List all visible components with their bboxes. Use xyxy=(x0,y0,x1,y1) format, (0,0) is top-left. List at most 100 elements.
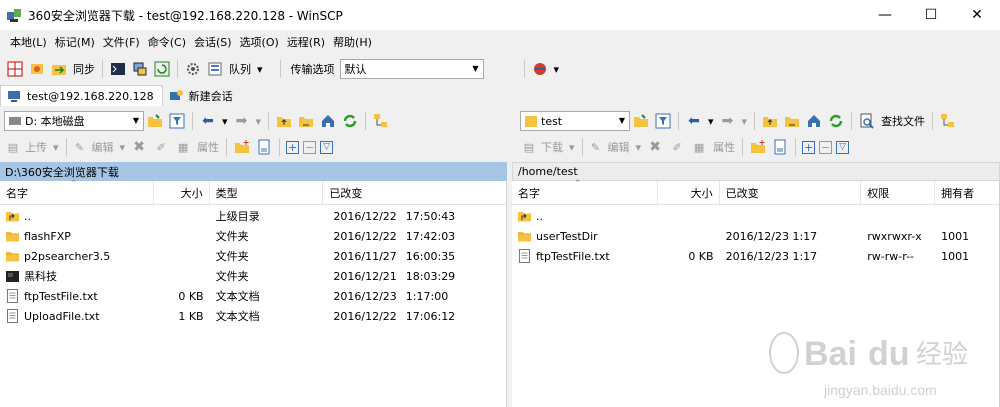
new-folder-icon[interactable] xyxy=(749,138,767,156)
refresh-icon[interactable] xyxy=(341,112,359,130)
refresh-remote-icon[interactable] xyxy=(153,60,171,78)
chevron-down-icon[interactable]: ▾ xyxy=(742,115,748,128)
col-type[interactable]: 类型 xyxy=(210,181,324,205)
chevron-down-icon[interactable]: ▾ xyxy=(708,115,714,128)
home-icon[interactable] xyxy=(319,112,337,130)
preferences-gear-icon[interactable] xyxy=(184,60,202,78)
table-row[interactable]: .. xyxy=(512,206,999,226)
tab-session-current[interactable]: test@192.168.220.128 xyxy=(0,85,163,106)
properties-button[interactable]: 属性 xyxy=(713,139,735,155)
table-row[interactable]: userTestDir 2016/12/23 1:17 rwxrwxr-x 1001 xyxy=(512,226,999,246)
col-changed[interactable]: 已改变 xyxy=(323,181,506,205)
putty-icon[interactable] xyxy=(131,60,149,78)
find-files-icon[interactable] xyxy=(858,112,876,130)
upload-icon[interactable]: ▤ xyxy=(6,138,20,156)
edit-button[interactable]: 编辑 xyxy=(608,139,630,155)
forward-arrow-icon[interactable]: ➡ xyxy=(233,112,251,130)
chevron-down-icon[interactable]: ▾ xyxy=(120,141,126,154)
local-drive-select[interactable]: D: 本地磁盘 ▼ xyxy=(4,111,144,131)
properties-button[interactable]: 属性 xyxy=(197,139,219,155)
table-row[interactable]: p2psearcher3.5 文件夹 2016/11/27 16:00:35 xyxy=(0,246,506,266)
new-file-icon[interactable] xyxy=(255,138,273,156)
sync-browse-icon[interactable] xyxy=(28,60,46,78)
edit-icon[interactable]: ✎ xyxy=(73,138,87,156)
properties-icon[interactable]: ▦ xyxy=(690,138,708,156)
tab-new-session[interactable]: 新建会话 xyxy=(163,85,241,106)
col-name[interactable]: 名字 ⌃ xyxy=(512,179,658,205)
filter-select-icon[interactable]: ▽ xyxy=(836,140,850,154)
local-file-list[interactable]: 名字 ⌃ 大小 类型 已改变 .. 上级目录 2016/12/22 17:50:43 fl… xyxy=(0,179,507,407)
sync-folder-icon[interactable] xyxy=(50,60,68,78)
table-row[interactable]: ftpTestFile.txt 0 KB 文本文档 2016/12/23 1:17:00 xyxy=(0,286,506,306)
transfer-speed-icon[interactable] xyxy=(531,60,549,78)
table-row[interactable]: .. 上级目录 2016/12/22 17:50:43 xyxy=(0,206,506,226)
transfer-settings-select[interactable]: 默认 ▼ xyxy=(339,59,484,79)
chevron-down-icon[interactable]: ▾ xyxy=(554,63,560,76)
col-owner[interactable]: 拥有者 xyxy=(935,181,999,205)
download-icon[interactable]: ▤ xyxy=(522,138,536,156)
table-row[interactable]: ftpTestFile.txt 0 KB 2016/12/23 1:17 rw-rw-… xyxy=(512,246,999,266)
delete-icon[interactable]: ✖ xyxy=(130,138,148,156)
menu-help[interactable]: 帮助(H) xyxy=(329,34,376,50)
menu-options[interactable]: 选项(O) xyxy=(236,34,283,50)
chevron-down-icon[interactable]: ▾ xyxy=(256,115,262,128)
chevron-down-icon[interactable]: ▾ xyxy=(257,63,263,76)
unselect-minus-icon[interactable]: − xyxy=(819,140,833,154)
new-file-icon[interactable] xyxy=(771,138,789,156)
queue-button[interactable]: 队列 xyxy=(229,61,251,77)
col-name[interactable]: 名字 ⌃ xyxy=(0,179,154,205)
back-arrow-icon[interactable]: ⬅ xyxy=(199,112,217,130)
upload-button[interactable]: 上传 xyxy=(25,139,47,155)
home-icon[interactable] xyxy=(805,112,823,130)
rename-icon[interactable]: ✐ xyxy=(668,138,686,156)
synchronize-button[interactable]: 同步 xyxy=(73,61,95,77)
queue-icon[interactable] xyxy=(206,60,224,78)
properties-icon[interactable]: ▦ xyxy=(174,138,192,156)
close-button[interactable]: ✕ xyxy=(954,0,1000,30)
table-row[interactable]: UploadFile.txt 1 KB 文本文档 2016/12/22 17:06:12 xyxy=(0,306,506,326)
compare-dirs-icon[interactable] xyxy=(6,60,24,78)
delete-icon[interactable]: ✖ xyxy=(646,138,664,156)
menu-session[interactable]: 会话(S) xyxy=(190,34,236,50)
root-dir-icon[interactable] xyxy=(783,112,801,130)
parent-dir-icon[interactable] xyxy=(761,112,779,130)
chevron-down-icon[interactable]: ▾ xyxy=(222,115,228,128)
table-row[interactable]: flashFXP 文件夹 2016/12/22 17:42:03 xyxy=(0,226,506,246)
chevron-down-icon[interactable]: ▾ xyxy=(569,141,575,154)
select-all-plus-icon[interactable]: + xyxy=(802,140,816,154)
back-arrow-icon[interactable]: ⬅ xyxy=(685,112,703,130)
forward-arrow-icon[interactable]: ➡ xyxy=(719,112,737,130)
col-changed[interactable]: 已改变 xyxy=(720,181,862,205)
col-size[interactable]: 大小 xyxy=(658,181,720,205)
find-files-button[interactable]: 查找文件 xyxy=(881,113,925,129)
col-permissions[interactable]: 权限 xyxy=(861,181,936,205)
chevron-down-icon[interactable]: ▾ xyxy=(636,141,642,154)
filter-icon[interactable] xyxy=(168,112,186,130)
menu-local[interactable]: 本地(L) xyxy=(6,34,51,50)
tree-view-icon[interactable] xyxy=(939,112,957,130)
minimize-button[interactable]: — xyxy=(862,0,908,30)
menu-file[interactable]: 文件(F) xyxy=(99,34,144,50)
open-folder-icon[interactable] xyxy=(632,112,650,130)
edit-button[interactable]: 编辑 xyxy=(92,139,114,155)
maximize-button[interactable]: ☐ xyxy=(908,0,954,30)
new-folder-icon[interactable] xyxy=(233,138,251,156)
select-all-plus-icon[interactable]: + xyxy=(286,140,300,154)
parent-dir-icon[interactable] xyxy=(275,112,293,130)
remote-dir-select[interactable]: test ▼ xyxy=(520,111,630,131)
open-folder-icon[interactable] xyxy=(146,112,164,130)
unselect-minus-icon[interactable]: − xyxy=(303,140,317,154)
chevron-down-icon[interactable]: ▾ xyxy=(53,141,59,154)
root-dir-icon[interactable] xyxy=(297,112,315,130)
filter-select-icon[interactable]: ▽ xyxy=(320,140,334,154)
rename-icon[interactable]: ✐ xyxy=(152,138,170,156)
table-row[interactable]: 黑科技 文件夹 2016/12/21 18:03:29 xyxy=(0,266,506,286)
menu-remote[interactable]: 远程(R) xyxy=(283,34,329,50)
console-icon[interactable] xyxy=(109,60,127,78)
download-button[interactable]: 下载 xyxy=(541,139,563,155)
col-size[interactable]: 大小 xyxy=(154,181,210,205)
menu-commands[interactable]: 命令(C) xyxy=(144,34,190,50)
tree-view-icon[interactable] xyxy=(372,112,390,130)
refresh-icon[interactable] xyxy=(827,112,845,130)
menu-mark[interactable]: 标记(M) xyxy=(51,34,99,50)
